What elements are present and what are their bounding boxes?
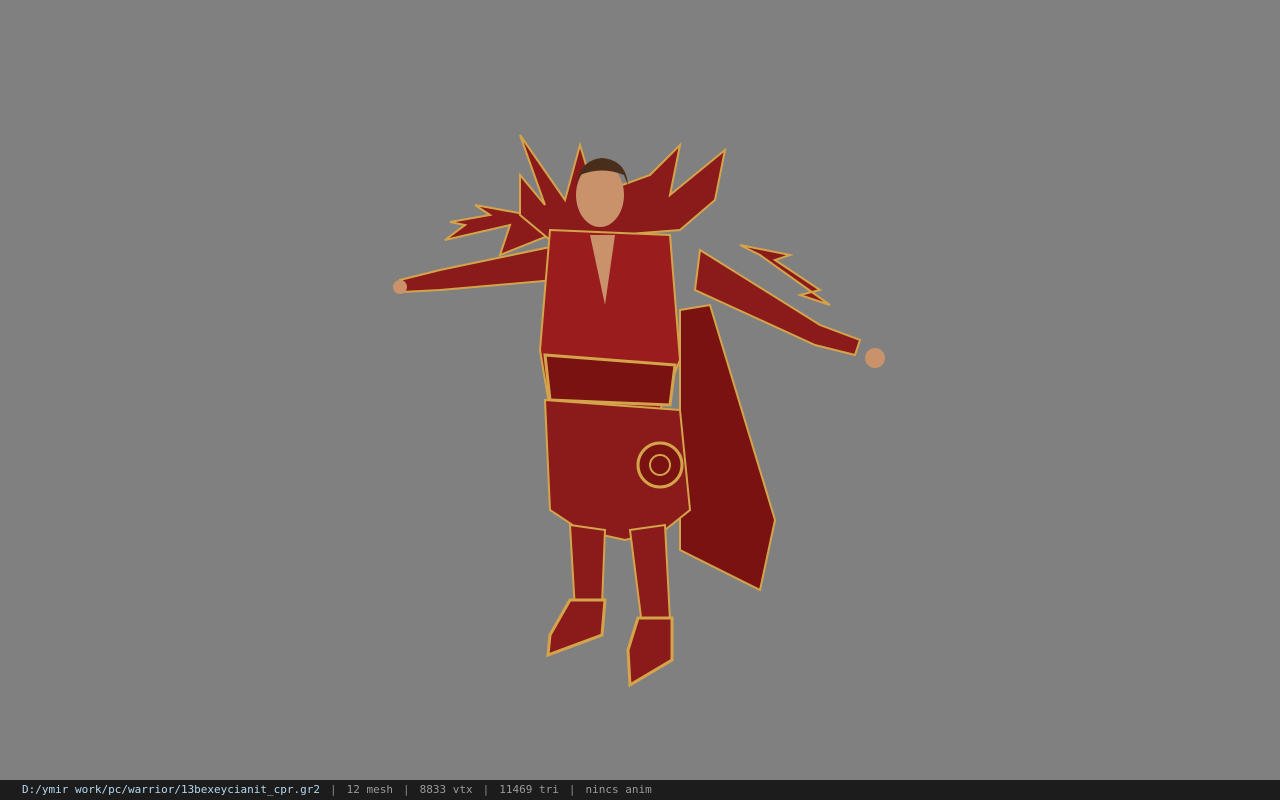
mesh-count: 12 mesh [346,783,393,796]
separator: | [482,783,490,796]
right-hand [865,348,885,368]
vertex-count: 8833 vtx [419,783,473,796]
separator: | [403,783,410,796]
left-leg [568,523,607,612]
animation-status: nincs anim [585,783,652,796]
right-boot [626,616,674,688]
triangle-count: 11469 tri [499,783,559,796]
cape [679,303,777,592]
left-arm [398,243,562,294]
belt [543,353,677,407]
status-bar: D:/ymir work/pc/warrior/13bexeycianit_cp… [0,780,1280,800]
separator: | [568,783,576,796]
character-model [393,134,885,688]
separator: | [330,783,337,796]
left-hand [393,280,407,294]
3d-viewport[interactable] [0,0,1280,780]
skirt-emblem [636,441,684,489]
right-leg [628,523,672,627]
left-boot [546,598,607,658]
file-path: D:/ymir work/pc/warrior/13bexeycianit_cp… [22,783,321,796]
